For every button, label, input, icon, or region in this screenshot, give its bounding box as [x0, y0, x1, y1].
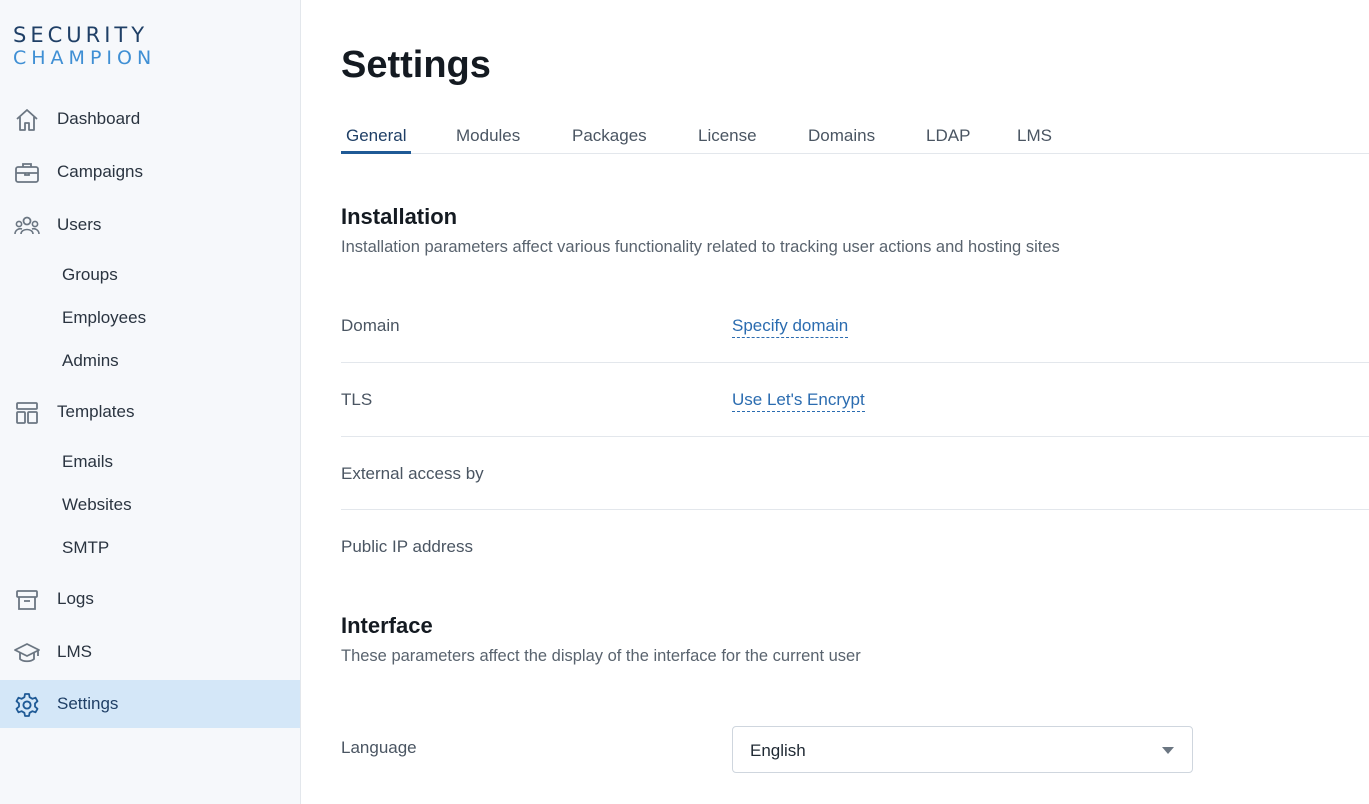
sidebar-item-label: Logs [57, 589, 94, 608]
sidebar-item-label: Admins [62, 351, 119, 370]
layout-icon [16, 402, 38, 424]
sidebar-item-settings[interactable]: Settings [0, 680, 300, 728]
sidebar-item-users[interactable]: Users [0, 201, 300, 249]
sidebar-item-label: Websites [62, 495, 132, 514]
sidebar-item-label: Settings [57, 694, 119, 713]
sidebar-item-label: Templates [57, 402, 135, 421]
tab-bar: General Modules Packages License Domains… [341, 121, 1369, 154]
users-icon [14, 216, 40, 235]
sidebar-item-label: Dashboard [57, 109, 141, 128]
sidebar-item-campaigns[interactable]: Campaigns [0, 148, 300, 196]
tab-packages[interactable]: Packages [572, 126, 647, 154]
sidebar-subitem-websites[interactable]: Websites [0, 487, 300, 523]
graduation-cap-icon [14, 643, 40, 663]
interface-title: Interface [341, 613, 433, 638]
home-icon [16, 109, 38, 131]
sidebar-item-lms[interactable]: LMS [0, 628, 300, 676]
gear-icon [15, 693, 39, 717]
specify-domain-link[interactable]: Specify domain [732, 316, 849, 338]
sidebar-item-label: Groups [62, 265, 118, 284]
chevron-down-icon [1162, 747, 1174, 754]
sidebar-subitem-admins[interactable]: Admins [0, 343, 300, 379]
tab-domains[interactable]: Domains [808, 126, 875, 154]
interface-description: These parameters affect the display of t… [341, 647, 861, 665]
page-title: Settings [341, 44, 491, 86]
sidebar: SECURITY CHAMPION Dashboard Campaigns Us… [0, 0, 301, 804]
logo[interactable]: SECURITY CHAMPION [13, 24, 173, 76]
tab-license[interactable]: License [698, 126, 757, 154]
public-ip-label: Public IP address [341, 537, 473, 556]
language-label: Language [341, 738, 417, 757]
divider [341, 362, 1369, 363]
sidebar-item-templates[interactable]: Templates [0, 388, 300, 436]
tab-modules[interactable]: Modules [456, 126, 520, 154]
briefcase-icon [15, 163, 39, 183]
logo-line-1: SECURITY [13, 23, 149, 47]
language-select[interactable]: English [732, 726, 1193, 773]
divider [341, 436, 1369, 437]
tab-lms[interactable]: LMS [1017, 126, 1052, 154]
sidebar-subitem-employees[interactable]: Employees [0, 300, 300, 336]
logo-line-2: CHAMPION [13, 47, 157, 69]
sidebar-subitem-emails[interactable]: Emails [0, 444, 300, 480]
installation-description: Installation parameters affect various f… [341, 238, 1060, 256]
sidebar-subitem-groups[interactable]: Groups [0, 257, 300, 293]
sidebar-item-label: Employees [62, 308, 147, 327]
archive-icon [16, 590, 38, 610]
tab-ldap[interactable]: LDAP [926, 126, 970, 154]
domain-label: Domain [341, 316, 400, 335]
sidebar-item-label: Emails [62, 452, 114, 471]
sidebar-item-label: LMS [57, 642, 92, 661]
sidebar-item-label: Campaigns [57, 162, 143, 181]
external-access-label: External access by [341, 464, 484, 483]
tab-general[interactable]: General [341, 126, 412, 154]
use-lets-encrypt-link[interactable]: Use Let's Encrypt [732, 390, 865, 412]
divider [341, 509, 1369, 510]
sidebar-item-logs[interactable]: Logs [0, 575, 300, 623]
sidebar-subitem-smtp[interactable]: SMTP [0, 530, 300, 566]
installation-title: Installation [341, 204, 458, 229]
language-select-value: English [750, 741, 806, 760]
sidebar-item-label: SMTP [62, 538, 110, 557]
tls-label: TLS [341, 390, 373, 409]
sidebar-item-label: Users [57, 215, 102, 234]
sidebar-item-dashboard[interactable]: Dashboard [0, 95, 300, 143]
